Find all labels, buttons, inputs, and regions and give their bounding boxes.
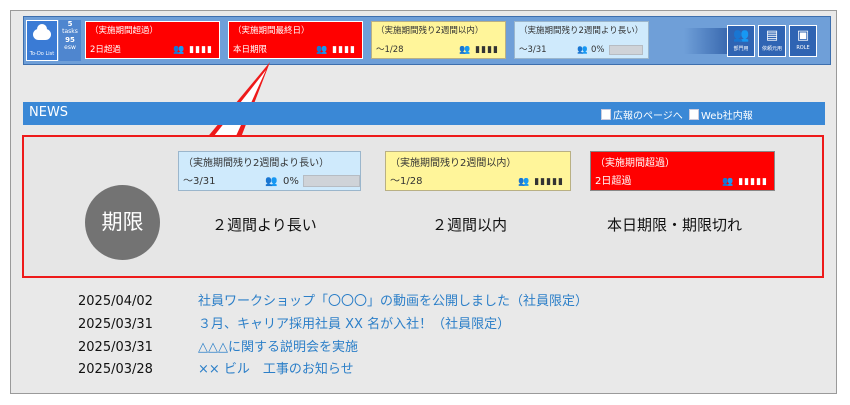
news-item[interactable]: 2025/03/28 ×× ビル 工事のお知らせ [78, 358, 354, 377]
progress-percent: 0% [283, 176, 299, 187]
card-date: ～1/28 [390, 176, 423, 187]
doc-icon [689, 109, 699, 120]
pr-link-label: 広報のページへ [613, 111, 683, 122]
news-date: 2025/03/31 [78, 340, 153, 355]
news-header: NEWS 広報のページへ Web社内報 [23, 102, 825, 125]
legend-card-longer: （実施期間残り2週間より長い） ～3/31 👥 0% [178, 151, 361, 191]
people-icon: 👥 [265, 176, 278, 187]
card-date: 2日超過 [595, 176, 632, 187]
legend-card-overdue: （実施期間超過） 2日超過 👥 ▮▮▮▮▮ [590, 151, 775, 191]
news-item[interactable]: 2025/03/31 ３月、キャリア採用社員 XX 名が入社！（社員限定） [78, 313, 510, 332]
pr-page-link[interactable]: 広報のページへ [601, 107, 683, 122]
news-link[interactable]: 社員ワークショップ「〇〇〇」の動画を公開しました（社員限定） [198, 294, 588, 309]
news-link[interactable]: ×× ビル 工事のお知らせ [198, 362, 354, 377]
web-link-label: Web社内報 [701, 111, 753, 122]
caption-overdue: 本日期限・期限切れ [607, 216, 743, 234]
progress-bar [303, 175, 360, 187]
card-title: （実施期間残り2週間以内） [390, 158, 517, 169]
caption-longer: ２週間より長い [212, 216, 317, 234]
people-icon: 👥 ▮▮▮▮▮ [722, 177, 768, 187]
card-title: （実施期間超過） [595, 158, 675, 169]
deadline-badge: 期限 [85, 185, 160, 260]
news-link[interactable]: △△△に関する説明会を実施 [198, 340, 358, 355]
caption-within: ２週間以内 [432, 216, 508, 234]
news-item[interactable]: 2025/04/02 社員ワークショップ「〇〇〇」の動画を公開しました（社員限定） [78, 290, 588, 309]
news-date: 2025/03/28 [78, 362, 153, 377]
card-title: （実施期間残り2週間より長い） [183, 158, 330, 169]
news-date: 2025/03/31 [78, 317, 153, 332]
card-date: ～3/31 [183, 176, 216, 187]
people-icon: 👥 ▮▮▮▮▮ [518, 177, 564, 187]
news-date: 2025/04/02 [78, 294, 153, 309]
news-item[interactable]: 2025/03/31 △△△に関する説明会を実施 [78, 336, 358, 355]
web-newsletter-link[interactable]: Web社内報 [689, 107, 753, 122]
legend-card-within: （実施期間残り2週間以内） ～1/28 👥 ▮▮▮▮▮ [385, 151, 571, 191]
doc-icon [601, 109, 611, 120]
news-link[interactable]: ３月、キャリア採用社員 XX 名が入社！（社員限定） [198, 317, 510, 332]
news-title: NEWS [29, 105, 69, 120]
